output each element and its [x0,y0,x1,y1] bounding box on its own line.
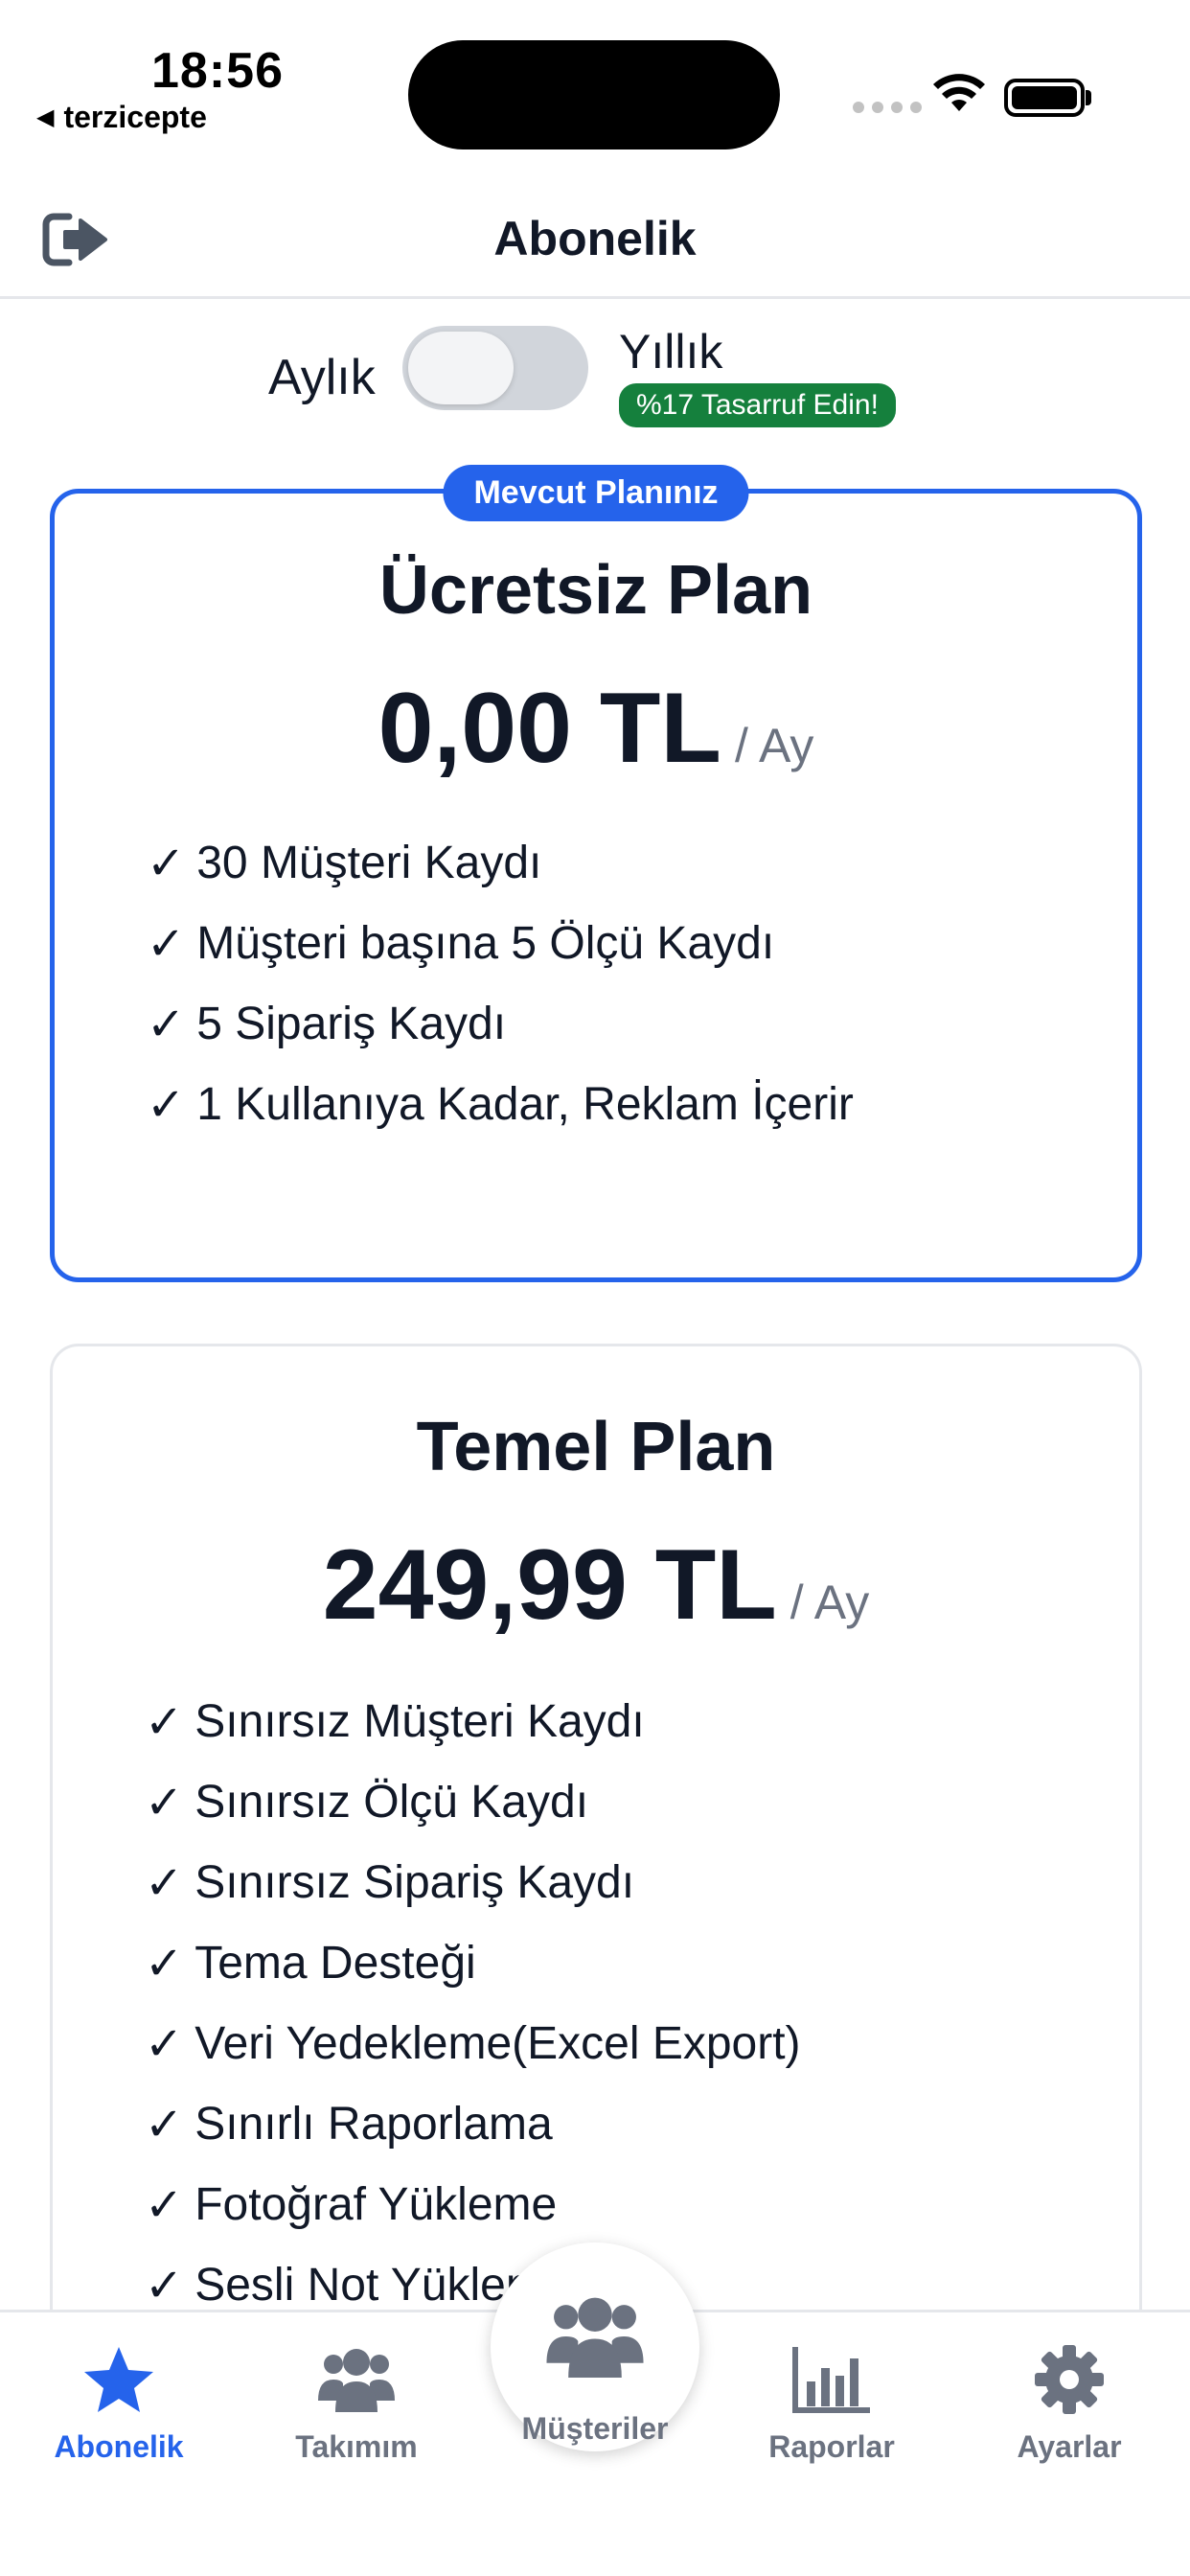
app-header: Abonelik [0,172,1190,299]
monthly-label: Aylık [268,350,376,405]
feature-item: ✓ Veri Yedekleme(Excel Export) [145,2004,801,2084]
tab-abonelik[interactable]: Abonelik [13,2332,224,2465]
tab-label: Takımım [295,2429,418,2464]
checkmark-icon: ✓ [145,1937,184,1990]
checkmark-icon: ✓ [145,2098,184,2151]
dynamic-island [408,40,780,150]
star-icon [84,2347,153,2412]
checkmark-icon: ✓ [145,2017,184,2071]
plan-price: 249,99 TL [322,1530,777,1641]
billing-period-switch: Aylık Yıllık %17 Tasarruf Edin! [0,320,1190,445]
feature-item: ✓ Fotoğraf Yükleme [145,2165,801,2245]
plan-price-row: 0,00 TL / Ay [55,672,1137,786]
back-app-label: terzicepte [63,100,207,134]
battery-icon [1004,79,1085,117]
tab-label: Abonelik [54,2429,184,2464]
checkmark-icon: ✓ [147,837,186,890]
gear-icon [1035,2345,1104,2414]
plan-price-row: 249,99 TL / Ay [53,1529,1139,1643]
status-bar: 18:56 ◀ terzicepte [0,0,1190,172]
plan-period: / Ay [790,1576,870,1629]
feature-item: ✓ Sınırsız Sipariş Kaydı [145,1843,801,1923]
bar-chart-icon [792,2347,870,2413]
feature-item: ✓ Sınırsız Müşteri Kaydı [145,1682,801,1762]
tab-ayarlar[interactable]: Ayarlar [964,2332,1175,2465]
plan-card-free[interactable]: Mevcut Planınız Ücretsiz Plan 0,00 TL / … [50,465,1142,1282]
plan-name: Temel Plan [416,1409,776,1485]
feature-item: ✓ 1 Kullanıya Kadar, Reklam İçerir [147,1065,854,1145]
feature-item: ✓ 30 Müşteri Kaydı [147,823,854,904]
users-icon [318,2349,395,2412]
triangle-left-icon: ◀ [36,104,55,130]
status-time: 18:56 [151,43,284,99]
feature-list: ✓ Sınırsız Müşteri Kaydı ✓ Sınırsız Ölçü K… [145,1682,801,2326]
users-icon [546,2297,644,2378]
feature-item: ✓ Sınırlı Raporlama [145,2084,801,2165]
savings-badge: %17 Tasarruf Edin! [619,383,896,427]
billing-toggle[interactable] [402,326,588,410]
current-plan-badge: Mevcut Planınız [443,465,749,521]
plan-period: / Ay [734,719,814,772]
checkmark-icon: ✓ [147,1078,186,1132]
battery-tip [1086,90,1091,105]
page-title: Abonelik [493,212,697,265]
tab-label: Ayarlar [1017,2429,1122,2464]
toggle-knob [408,332,514,404]
tab-label: Raporlar [768,2429,895,2464]
plan-name: Ücretsiz Plan [378,552,813,629]
feature-item: ✓ Tema Desteği [145,1923,801,2004]
feature-item: ✓ 5 Sipariş Kaydı [147,984,854,1065]
wifi-icon [933,74,985,111]
plan-price: 0,00 TL [378,673,721,784]
checkmark-icon: ✓ [145,1856,184,1910]
tab-raporlar[interactable]: Raporlar [726,2332,937,2465]
feature-list: ✓ 30 Müşteri Kaydı ✓ Müşteri başına 5 Ölçü… [147,823,854,1145]
checkmark-icon: ✓ [147,998,186,1051]
back-to-app-link[interactable]: ◀ terzicepte [36,100,207,135]
checkmark-icon: ✓ [145,1776,184,1829]
yearly-label: Yıllık [619,325,723,379]
feature-item: ✓ Sınırsız Ölçü Kaydı [145,1762,801,1843]
checkmark-icon: ✓ [147,917,186,971]
cellular-signal-icon [853,102,922,113]
checkmark-icon: ✓ [145,2178,184,2232]
checkmark-icon: ✓ [145,1695,184,1749]
tab-takimim[interactable]: Takımım [251,2332,462,2465]
tab-label-musteriler: Müşteriler [521,2411,669,2446]
feature-item: ✓ Müşteri başına 5 Ölçü Kaydı [147,904,854,984]
